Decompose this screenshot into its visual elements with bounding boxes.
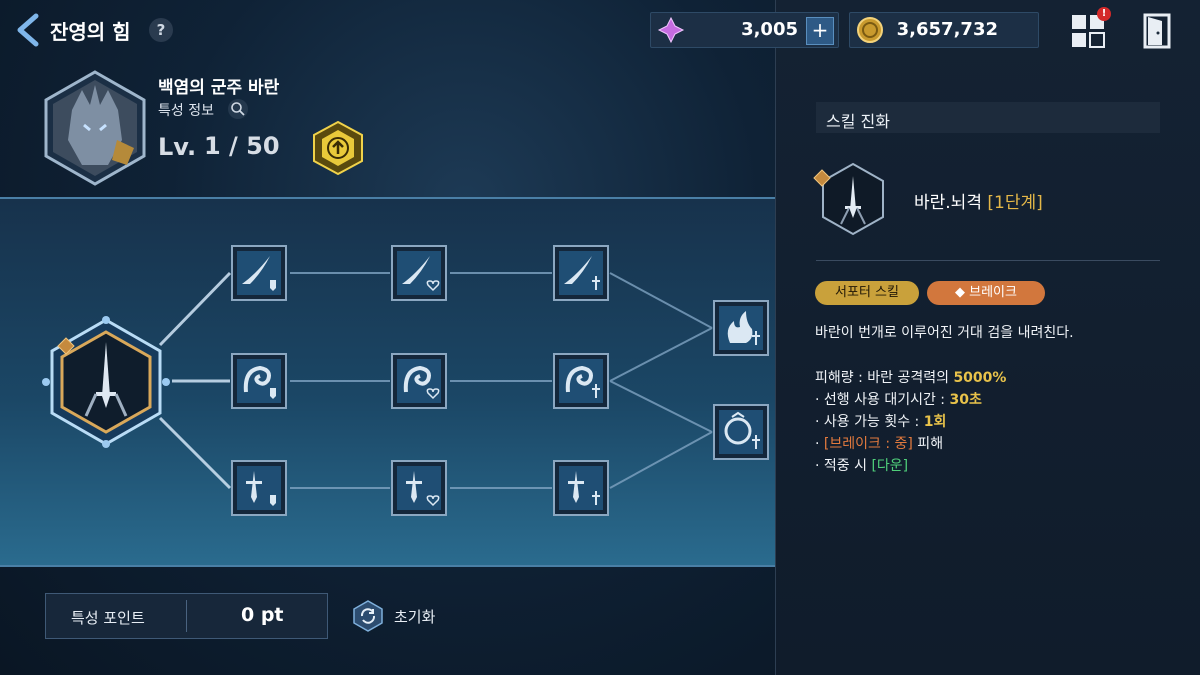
break-tag: ◆ 브레이크: [927, 281, 1045, 305]
exit-door-icon[interactable]: [1142, 12, 1172, 50]
skill-node-flame-dagger[interactable]: [712, 299, 770, 357]
trait-points-box: 특성 포인트 0 pt: [45, 593, 328, 639]
skill-node-sword-dagger[interactable]: [552, 459, 610, 517]
skill-node-wing-shield[interactable]: [230, 244, 288, 302]
break-tag-icon: ◆: [955, 285, 970, 300]
break-stat: · [브레이크 : 중] 피해: [815, 433, 943, 453]
break-suffix: 피해: [912, 436, 944, 452]
cooldown-label: · 선행 사용 대기시간 :: [815, 392, 950, 408]
break-tag-label: 브레이크: [969, 285, 1017, 300]
uses-label: · 사용 가능 횟수 :: [815, 414, 924, 430]
hit-stat: · 적중 시 [다운]: [815, 455, 908, 475]
panel-divider: [816, 260, 1160, 261]
cooldown-value: 30초: [949, 392, 982, 408]
skill-node-swirl-heart[interactable]: [390, 352, 448, 410]
cooldown-stat: · 선행 사용 대기시간 : 30초: [815, 389, 982, 409]
skill-evolution-title: 스킬 진화: [826, 112, 890, 131]
gold-amount: 3,657,732: [896, 19, 998, 40]
reset-label: 초기화: [394, 608, 436, 626]
skill-node-swirl-dagger[interactable]: [552, 352, 610, 410]
gold-currency: 3,657,732: [849, 12, 1039, 48]
skill-description: 바란이 번개로 이루어진 거대 검을 내려친다.: [815, 325, 1074, 341]
damage-value: 5000%: [953, 370, 1007, 386]
skill-name: 바란.뇌격 [1단계]: [914, 188, 1043, 213]
notification-badge: !: [1097, 7, 1111, 21]
hit-value: [다운]: [871, 458, 909, 474]
skill-node-sword-shield[interactable]: [230, 459, 288, 517]
skill-node-sword-heart[interactable]: [390, 459, 448, 517]
reset-button[interactable]: 초기화: [352, 600, 452, 632]
break-prefix: ·: [815, 436, 824, 452]
damage-label: 피해량 : 바란 공격력의: [815, 370, 954, 386]
trait-points-value: 0 pt: [241, 604, 284, 626]
skill-sword-icon: [813, 162, 884, 236]
break-value: [브레이크 : 중]: [823, 436, 913, 452]
uses-value: 1회: [923, 414, 947, 430]
skill-node-wing-dagger[interactable]: [552, 244, 610, 302]
points-divider: [186, 600, 187, 632]
gold-coin-icon: [857, 17, 883, 43]
skill-level: [1단계]: [987, 193, 1043, 213]
add-gem-button[interactable]: +: [806, 17, 834, 45]
skill-name-text: 바란.뇌격: [914, 193, 982, 213]
skill-evolution-header: 스킬 진화: [816, 102, 1160, 133]
uses-stat: · 사용 가능 횟수 : 1회: [815, 411, 946, 431]
skill-node-ring-dagger[interactable]: [712, 403, 770, 461]
hit-label: · 적중 시: [815, 458, 872, 474]
skill-node-swirl-shield[interactable]: [230, 352, 288, 410]
trait-points-label: 특성 포인트: [71, 609, 145, 627]
skill-node-wing-heart[interactable]: [390, 244, 448, 302]
support-skill-tag: 서포터 스킬: [815, 281, 919, 305]
refresh-icon: [353, 600, 383, 632]
core-skill-node[interactable]: [40, 316, 172, 448]
damage-stat: 피해량 : 바란 공격력의 5000%: [815, 367, 1006, 387]
